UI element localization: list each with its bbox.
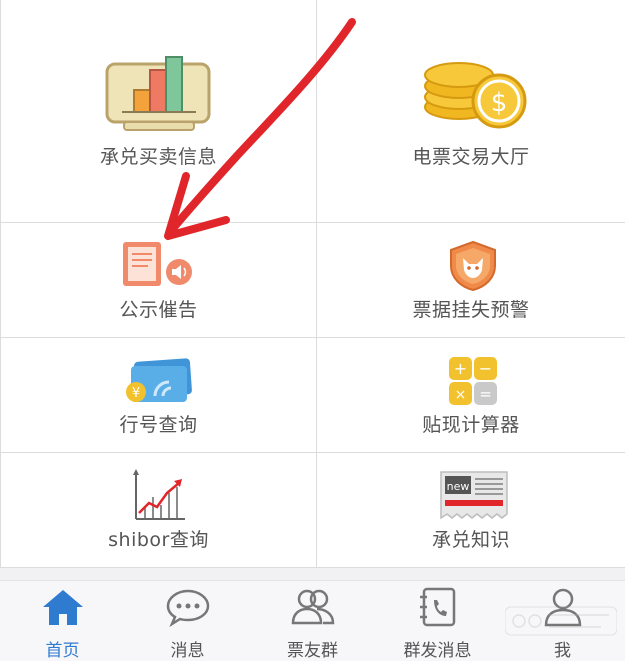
grid-item-e-bill-trading-hall[interactable]: $ 电票交易大厅 [317, 0, 625, 223]
chat-bubble-icon [166, 589, 209, 627]
trend-chart-icon [133, 469, 185, 520]
home-icon [42, 590, 83, 625]
svg-text:$: $ [491, 88, 508, 118]
tab-group[interactable]: 票友群 [250, 581, 375, 661]
news-paper-icon: new [440, 471, 508, 520]
bottom-tab-bar: 首页 消息 票友群 群发消息 我 [0, 580, 625, 661]
calculator-icon: + − × = [449, 357, 497, 405]
bar-chart-board-icon [105, 56, 211, 131]
contact-book-icon [419, 587, 455, 627]
svg-text:=: = [479, 385, 492, 403]
tab-home[interactable]: 首页 [0, 581, 125, 661]
tab-broadcast[interactable]: 群发消息 [375, 581, 500, 661]
tab-me[interactable]: 我 [500, 581, 625, 661]
svg-text:×: × [455, 387, 467, 403]
grid-item-discount-calculator[interactable]: + − × = 贴现计算器 [317, 338, 625, 453]
tab-label: 群发消息 [403, 641, 472, 661]
tab-messages[interactable]: 消息 [125, 581, 250, 661]
grid-item-shibor-query[interactable]: shibor查询 [1, 453, 317, 568]
svg-text:−: − [479, 359, 492, 378]
svg-text:+: + [454, 359, 467, 378]
grid-item-label: 电票交易大厅 [412, 146, 530, 168]
feature-grid: 承兑买卖信息 $ 电票交易大厅 公示催告 票据挂失预警 ¥ 行号查询 + − ×… [0, 0, 625, 568]
grid-item-bill-loss-warning[interactable]: 票据挂失预警 [317, 223, 625, 338]
svg-text:new: new [447, 480, 470, 493]
grid-item-acceptance-knowledge[interactable]: new 承兑知识 [317, 453, 625, 568]
tab-label: 票友群 [287, 641, 338, 661]
grid-item-public-notice[interactable]: 公示催告 [1, 223, 317, 338]
grid-item-acceptance-trade-info[interactable]: 承兑买卖信息 [1, 0, 317, 223]
notice-board-speaker-icon [123, 242, 192, 286]
grid-item-label: 票据挂失预警 [412, 299, 530, 321]
grid-item-label: 承兑买卖信息 [99, 146, 217, 168]
bank-cards-icon: ¥ [126, 358, 192, 402]
grid-item-label: 行号查询 [119, 414, 198, 436]
tab-label: 消息 [170, 641, 205, 661]
tab-label: 我 [554, 641, 571, 661]
user-icon [544, 588, 581, 627]
tabbar-separator [0, 568, 625, 580]
app-screen: 承兑买卖信息 $ 电票交易大厅 公示催告 票据挂失预警 ¥ 行号查询 + − ×… [0, 0, 625, 661]
svg-text:¥: ¥ [132, 386, 140, 401]
grid-item-label: shibor查询 [108, 529, 209, 551]
shield-fox-icon [450, 240, 496, 292]
gold-coins-icon: $ [424, 62, 527, 129]
tab-label: 首页 [45, 641, 80, 661]
grid-item-bank-code-query[interactable]: ¥ 行号查询 [1, 338, 317, 453]
grid-item-label: 公示催告 [119, 299, 198, 321]
group-icon [291, 589, 334, 625]
grid-item-label: 贴现计算器 [422, 414, 520, 436]
grid-item-label: 承兑知识 [431, 529, 510, 551]
